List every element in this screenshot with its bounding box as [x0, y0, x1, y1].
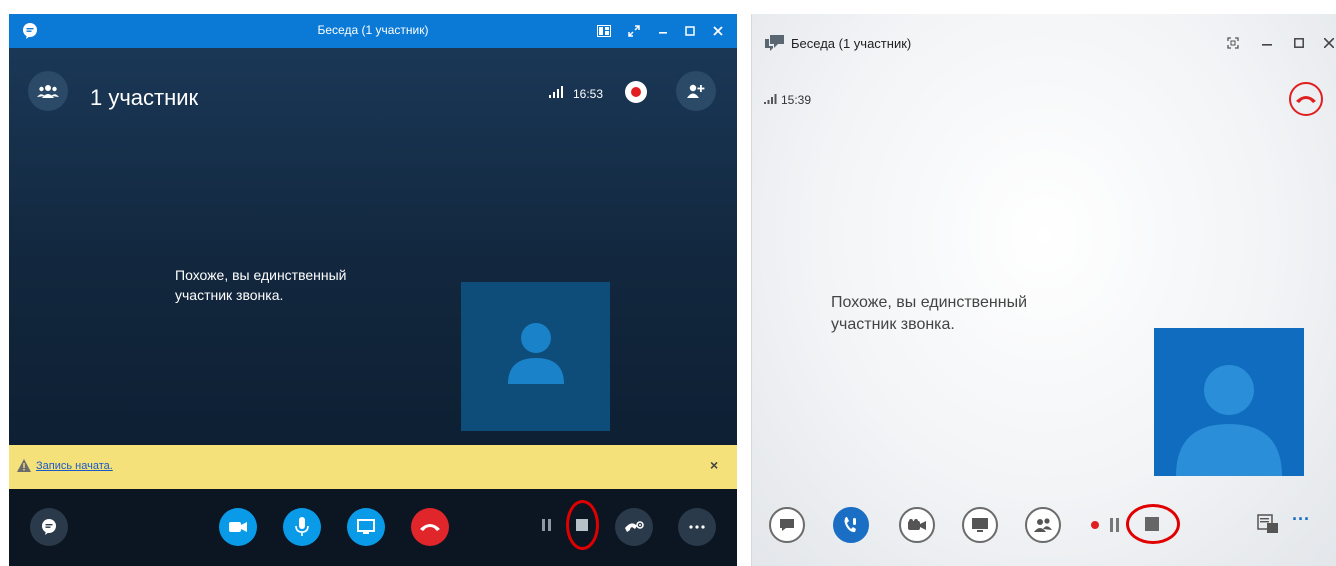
hangup-button[interactable] — [411, 508, 449, 546]
warning-icon — [17, 459, 31, 472]
more-icon: ··· — [1292, 509, 1310, 529]
video-button[interactable] — [899, 507, 935, 543]
compact-view-icon — [1227, 37, 1239, 49]
screen-share-icon — [357, 519, 375, 534]
people-icon — [37, 85, 59, 98]
chat-button[interactable] — [769, 507, 805, 543]
pause-recording-button[interactable] — [1110, 518, 1120, 537]
avatar-placeholder-icon — [508, 323, 564, 384]
alone-message-line1: Похоже, вы единственный — [831, 294, 1028, 311]
microphone-button[interactable] — [283, 508, 321, 546]
close-button[interactable] — [707, 20, 729, 42]
pause-icon — [1110, 518, 1119, 532]
window-title: Беседа (1 участник) — [791, 36, 912, 51]
chat-icon — [42, 519, 56, 535]
maximize-icon — [685, 26, 695, 36]
minimize-icon — [659, 32, 667, 34]
signal-icon — [764, 94, 777, 104]
skype-call-window-dark: Беседа (1 участник) 1 участник 16:53 Пох… — [9, 14, 737, 566]
participants-icon — [1034, 518, 1052, 532]
hangup-icon — [1296, 96, 1316, 103]
compact-view-button[interactable] — [1222, 32, 1244, 54]
skype-call-window-light: Беседа (1 участник) 15:39 Похоже, вы еди… — [751, 14, 1336, 566]
add-participant-button[interactable] — [676, 71, 716, 111]
screen-share-icon — [972, 518, 988, 532]
alone-message-line2: участник звонка. — [175, 287, 284, 303]
video-button[interactable] — [219, 508, 257, 546]
screen-share-button[interactable] — [962, 507, 998, 543]
more-options-button[interactable]: ··· — [1292, 509, 1310, 530]
participants-button[interactable] — [1025, 507, 1061, 543]
minimize-icon — [1262, 44, 1272, 46]
alone-message-line2: участник звонка. — [831, 316, 955, 333]
minimize-button[interactable] — [652, 20, 674, 42]
fullscreen-button[interactable] — [623, 20, 645, 42]
title-bar: Беседа (1 участник) — [9, 14, 737, 48]
mic-icon — [295, 517, 309, 536]
more-options-button[interactable] — [678, 508, 716, 546]
layout-icon — [597, 25, 611, 37]
video-icon — [229, 522, 247, 532]
record-dot-icon[interactable] — [1091, 521, 1099, 529]
stop-highlight-annotation — [1126, 504, 1180, 544]
layout-toggle-button[interactable] — [593, 20, 615, 42]
layout-button[interactable] — [1257, 514, 1279, 539]
self-video-tile — [461, 282, 610, 431]
close-button[interactable] — [1318, 32, 1336, 54]
alone-message: Похоже, вы единственный участник звонка. — [831, 292, 1131, 336]
stop-highlight-annotation — [566, 500, 599, 550]
call-duration: 16:53 — [573, 87, 604, 101]
screen-share-button[interactable] — [347, 508, 385, 546]
close-icon — [713, 26, 723, 36]
participants-count-label: 1 участник — [90, 85, 199, 110]
pause-recording-button[interactable] — [542, 518, 552, 534]
minimize-button[interactable] — [1256, 32, 1278, 54]
recording-indicator[interactable] — [625, 81, 647, 103]
hangup-button[interactable] — [1289, 82, 1323, 116]
pause-icon — [542, 519, 551, 531]
maximize-button[interactable] — [679, 20, 701, 42]
participants-button[interactable] — [28, 71, 68, 111]
record-icon — [631, 87, 641, 97]
avatar-placeholder-icon — [1176, 365, 1282, 476]
hangup-icon — [420, 524, 440, 531]
alone-message: Похоже, вы единственный участник звонка. — [175, 265, 415, 305]
call-settings-button[interactable] — [615, 508, 653, 546]
chat-icon — [780, 519, 794, 531]
call-icon — [844, 517, 856, 533]
call-controls-bar — [9, 489, 737, 566]
conversation-icon — [765, 35, 784, 51]
video-icon — [908, 519, 926, 530]
more-icon — [689, 525, 705, 529]
call-controls-button[interactable] — [833, 507, 869, 543]
signal-icon — [549, 86, 563, 98]
maximize-icon — [1294, 38, 1304, 48]
add-person-icon — [687, 84, 705, 98]
call-settings-icon — [625, 521, 644, 532]
banner-close-button[interactable]: × — [710, 457, 718, 473]
expand-icon — [628, 25, 640, 37]
recording-notification-banner: Запись начата. × — [9, 445, 737, 489]
maximize-button[interactable] — [1288, 32, 1310, 54]
close-icon — [1324, 38, 1334, 48]
chat-button[interactable] — [30, 508, 68, 546]
self-video-tile — [1154, 328, 1304, 476]
layout-icon — [1257, 514, 1278, 533]
recording-started-link[interactable]: Запись начата. — [36, 460, 113, 472]
alone-message-line1: Похоже, вы единственный — [175, 267, 347, 283]
call-duration: 15:39 — [781, 93, 812, 107]
